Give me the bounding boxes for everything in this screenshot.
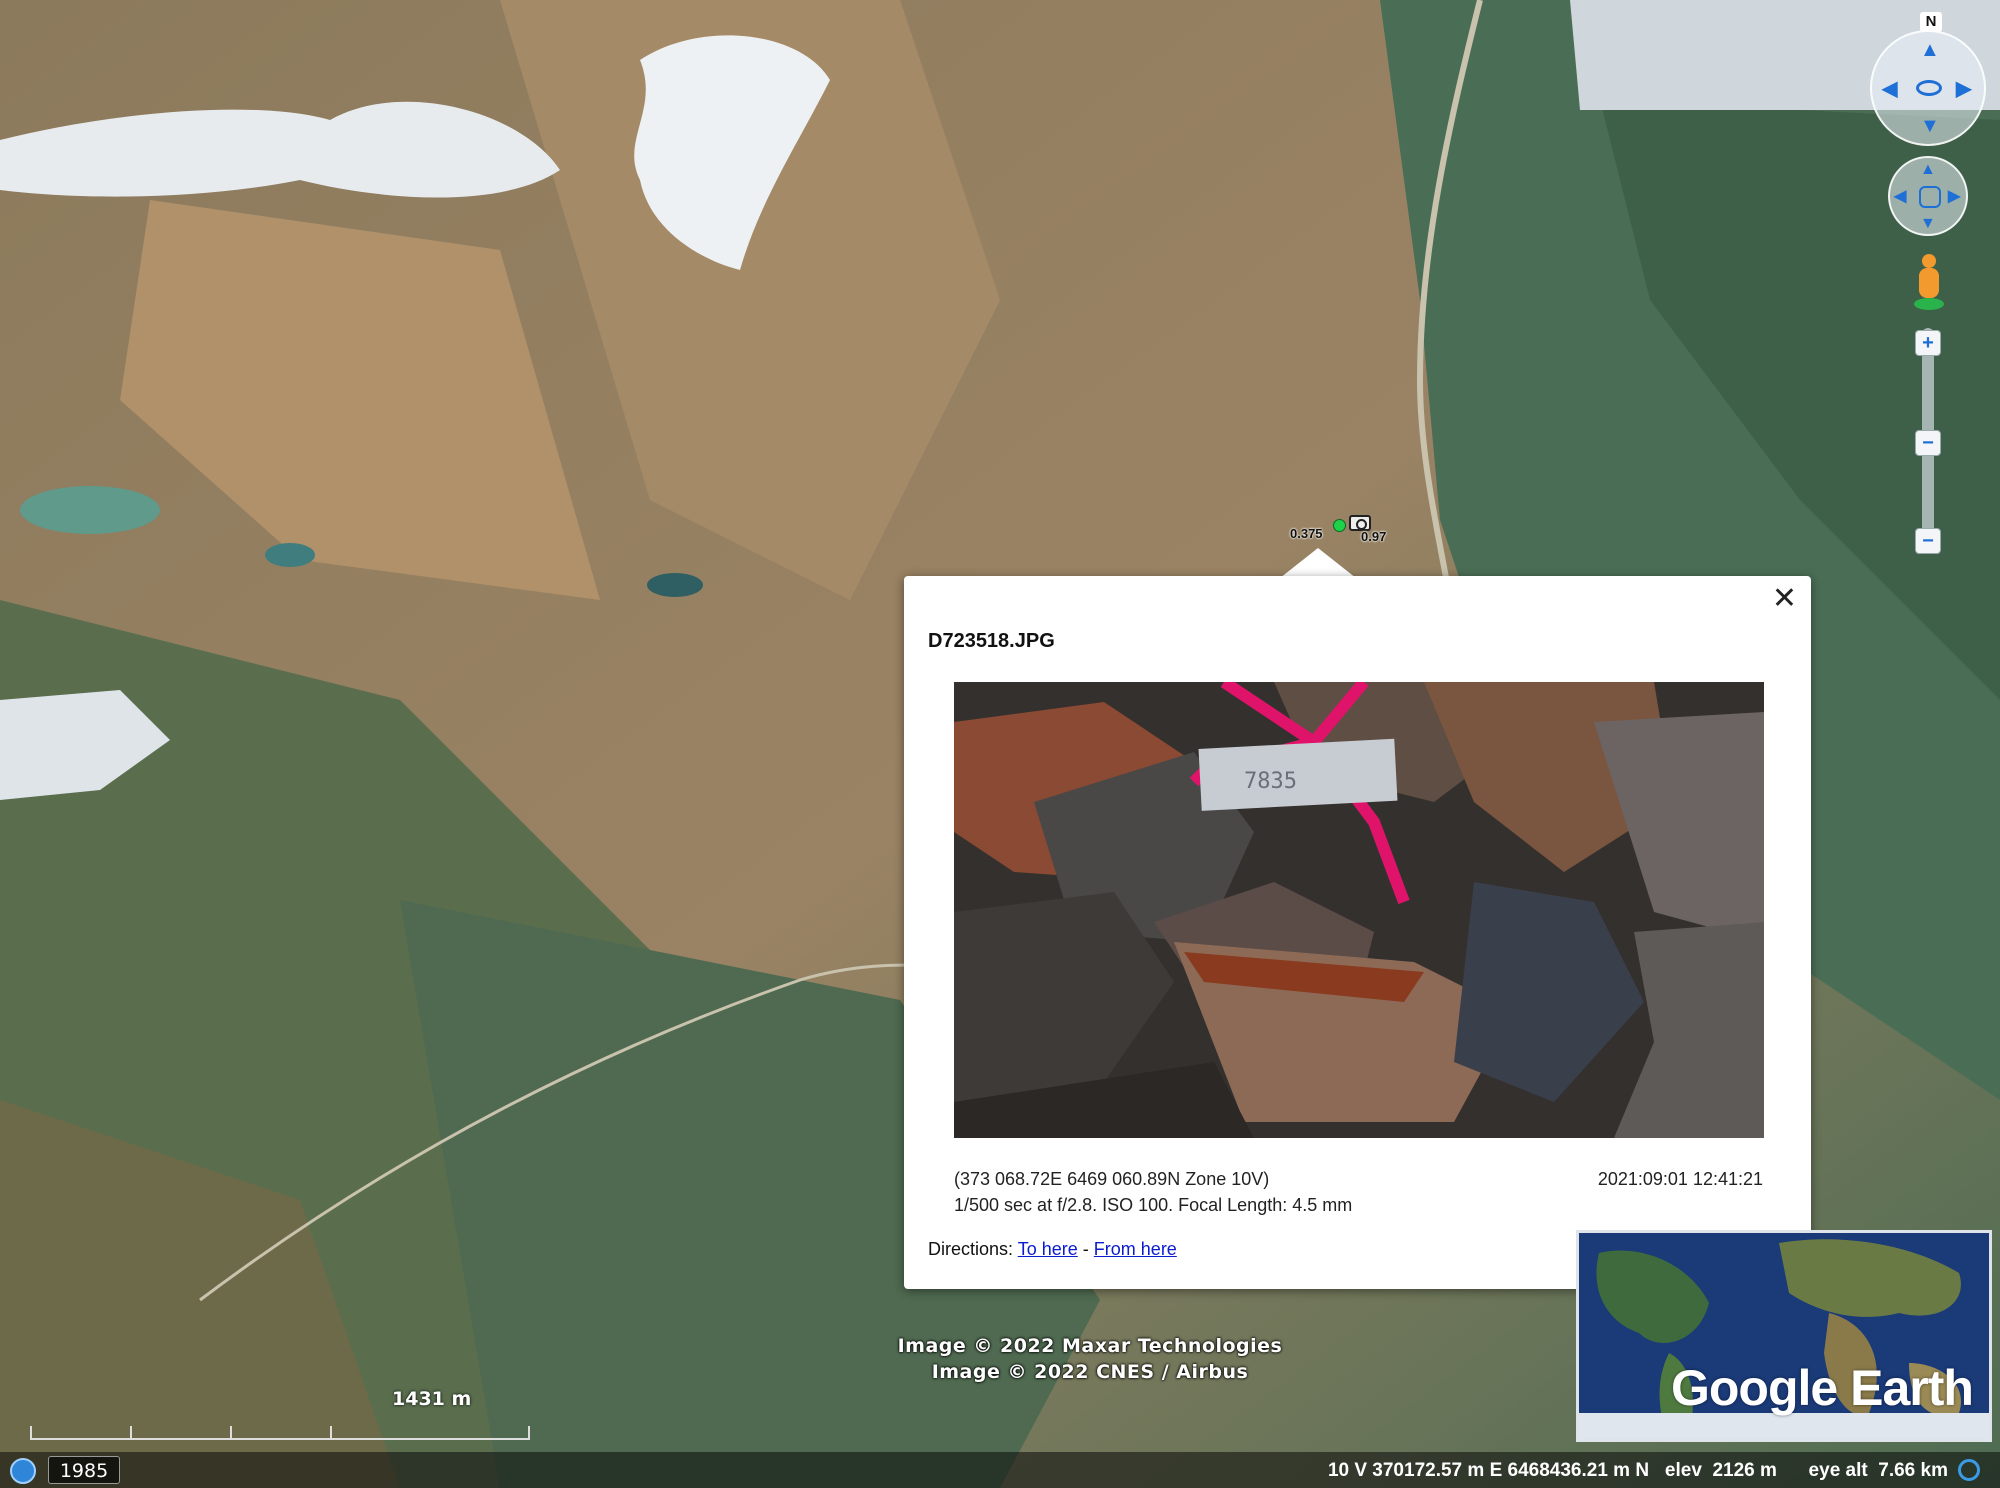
look-left-icon[interactable]: ◀ xyxy=(1882,79,1897,99)
historical-imagery-icon[interactable] xyxy=(10,1458,36,1484)
streaming-indicator-icon xyxy=(1958,1459,1980,1481)
look-control[interactable]: ▲ ◀ ▶ ▼ xyxy=(1870,30,1986,146)
directions-to-here-link[interactable]: To here xyxy=(1018,1239,1078,1259)
photo-image: 7835 xyxy=(954,682,1764,1138)
imagery-attribution: Image © 2022 Maxar Technologies Image © … xyxy=(780,1333,1400,1385)
aluminum-tag-text: 7835 xyxy=(1244,769,1297,794)
scale-label: 1431 m xyxy=(392,1388,472,1410)
look-right-icon[interactable]: ▶ xyxy=(1956,79,1971,99)
directions-label: Directions: xyxy=(928,1239,1014,1259)
move-right-icon[interactable]: ▶ xyxy=(1948,187,1960,207)
balloon-pointer xyxy=(1280,548,1356,578)
directions-row: Directions: To here - From here xyxy=(928,1239,1177,1260)
photo-datetime: 2021:09:01 12:41:21 xyxy=(1597,1169,1763,1189)
directions-separator: - xyxy=(1082,1239,1089,1259)
street-view-pegman-icon[interactable] xyxy=(1912,254,1946,314)
zoom-out-button[interactable]: − xyxy=(1915,528,1941,554)
attribution-line: Image © 2022 CNES / Airbus xyxy=(931,1361,1249,1383)
zoom-in-button[interactable]: + xyxy=(1915,330,1941,356)
north-indicator[interactable]: N xyxy=(1920,12,1942,32)
hand-icon xyxy=(1919,186,1941,208)
look-down-icon[interactable]: ▼ xyxy=(1920,116,1940,136)
imagery-year[interactable]: 1985 xyxy=(48,1456,120,1484)
balloon-title: D723518.JPG xyxy=(928,630,1055,652)
google-earth-logo: Google Earth xyxy=(1671,1360,1974,1416)
photo-info-balloon: ✕ D723518.JPG 7835 (373 068.72E 6469 060… xyxy=(904,576,1811,1289)
scale-bar xyxy=(30,1426,530,1444)
zoom-slider-handle[interactable]: − xyxy=(1915,430,1941,456)
photo-coordinates: (373 068.72E 6469 060.89N Zone 10V) xyxy=(954,1169,1270,1189)
close-icon[interactable]: ✕ xyxy=(1772,584,1797,614)
move-up-icon[interactable]: ▲ xyxy=(1920,160,1936,180)
placemark-label-1[interactable]: 0.375 xyxy=(1290,526,1323,541)
status-coordinates-readout: 10 V 370172.57 m E 6468436.21 m N elev 2… xyxy=(1327,1460,1948,1481)
placemark-point-icon[interactable] xyxy=(1333,519,1346,532)
move-left-icon[interactable]: ◀ xyxy=(1894,187,1906,207)
look-up-icon[interactable]: ▲ xyxy=(1920,40,1940,60)
attribution-line: Image © 2022 Maxar Technologies xyxy=(897,1335,1283,1357)
eye-icon xyxy=(1916,80,1942,96)
overview-map[interactable]: Google Earth xyxy=(1576,1230,1992,1442)
photo-exposure-info: 1/500 sec at f/2.8. ISO 100. Focal Lengt… xyxy=(954,1195,1353,1215)
move-down-icon[interactable]: ▼ xyxy=(1920,214,1936,234)
directions-from-here-link[interactable]: From here xyxy=(1094,1239,1177,1259)
move-control[interactable]: ▲ ◀ ▶ ▼ xyxy=(1888,156,1968,236)
placemark-label-2[interactable]: 0.97 xyxy=(1361,529,1386,544)
